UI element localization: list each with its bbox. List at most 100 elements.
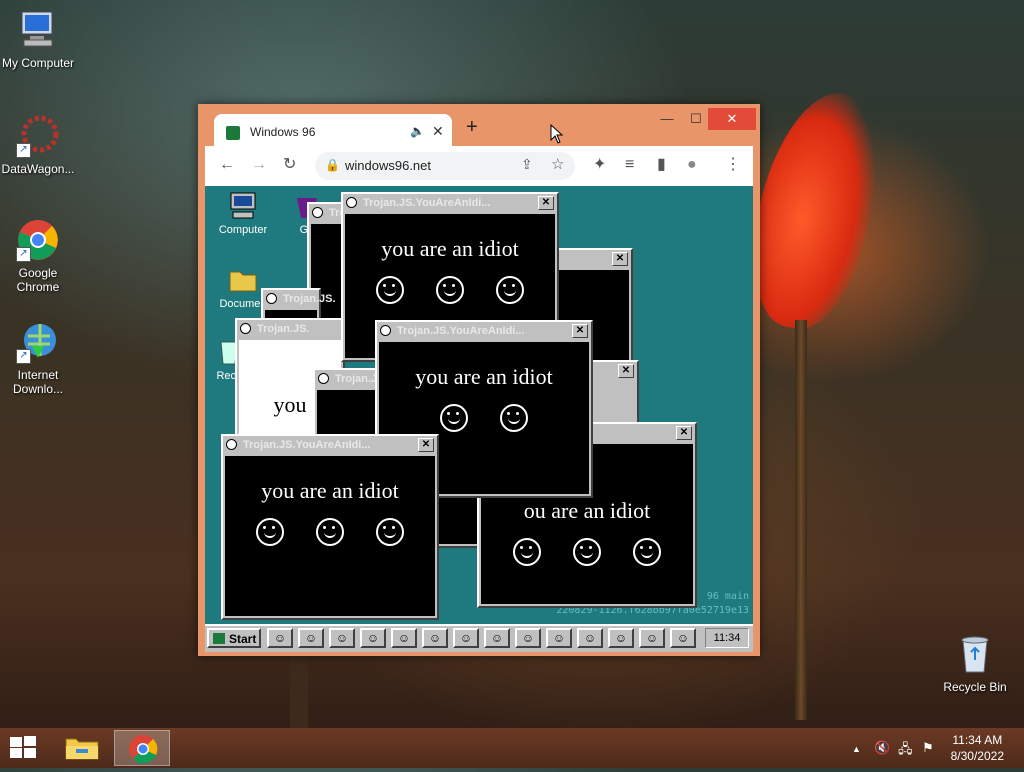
tab-title: Windows 96 bbox=[250, 125, 316, 139]
smiley-icon bbox=[240, 323, 251, 334]
datawagon-icon: ↗ bbox=[16, 114, 60, 158]
windows-logo-icon bbox=[10, 737, 22, 747]
version-text: 96 main bbox=[706, 591, 749, 602]
w96-taskbar-button[interactable]: ☺ bbox=[546, 628, 572, 648]
popup-close-button[interactable]: ✕ bbox=[418, 438, 434, 452]
popup-close-button[interactable]: ✕ bbox=[612, 252, 628, 266]
windows-taskbar: ▲ 🔇 🖧 ⚑ 11:34 AM 8/30/2022 bbox=[0, 728, 1024, 768]
w96-taskbar-button[interactable]: ☺ bbox=[608, 628, 634, 648]
windows96-favicon-icon bbox=[226, 126, 240, 140]
shortcut-arrow-icon: ↗ bbox=[16, 247, 31, 262]
w96-taskbar-button[interactable]: ☺ bbox=[267, 628, 293, 648]
file-explorer-icon bbox=[65, 738, 99, 760]
taskbar-clock[interactable]: 11:34 AM 8/30/2022 bbox=[951, 732, 1004, 764]
chrome-window: Windows 96 🔈 ✕ + — ☐ ✕ ← → ↻ 🔒 windows96… bbox=[198, 104, 760, 656]
extensions-icon[interactable]: ✦ bbox=[593, 156, 606, 174]
smiley-face-icon bbox=[376, 276, 404, 304]
w96-taskbar-button[interactable]: ☺ bbox=[670, 628, 696, 648]
address-bar[interactable]: 🔒 windows96.net ⇪ ☆ bbox=[315, 152, 575, 180]
chrome-icon: ↗ bbox=[16, 218, 60, 262]
menu-icon[interactable]: ⋮ bbox=[725, 156, 741, 174]
bookmark-star-icon[interactable]: ☆ bbox=[551, 155, 564, 173]
smiley-face-icon bbox=[436, 276, 464, 304]
w96-taskbar: Start ☺ ☺ ☺ ☺ ☺ ☺ ☺ ☺ ☺ ☺ ☺ ☺ ☺ ☺ 11:34 bbox=[205, 624, 753, 652]
forward-icon[interactable]: → bbox=[251, 156, 267, 174]
smiley-icon bbox=[226, 439, 237, 450]
chrome-icon bbox=[129, 735, 158, 764]
clock-date: 8/30/2022 bbox=[950, 749, 1004, 763]
tray-overflow-icon[interactable]: ▲ bbox=[852, 744, 861, 754]
smiley-face-icon bbox=[573, 538, 601, 566]
volume-muted-icon[interactable]: 🔇 bbox=[874, 740, 890, 756]
tab-close-icon[interactable]: ✕ bbox=[432, 123, 444, 140]
smiley-face-icon bbox=[376, 518, 404, 546]
smiley-icon bbox=[312, 207, 323, 218]
w96-icon-label: Computer bbox=[218, 224, 268, 236]
w96-clock: 11:34 bbox=[705, 628, 749, 648]
w96-taskbar-button[interactable]: ☺ bbox=[484, 628, 510, 648]
desktop-icon-label: Internet Downlo... bbox=[12, 368, 64, 396]
profile-icon[interactable]: ● bbox=[687, 156, 697, 174]
w96-start-button[interactable]: Start bbox=[207, 628, 261, 648]
desktop-icon-my-computer[interactable]: My Computer bbox=[0, 8, 76, 70]
w96-taskbar-button[interactable]: ☺ bbox=[298, 628, 324, 648]
folder-icon bbox=[227, 264, 259, 296]
popup-close-button[interactable]: ✕ bbox=[618, 364, 634, 378]
w96-computer-icon bbox=[227, 190, 259, 222]
close-window-button[interactable]: ✕ bbox=[708, 108, 756, 130]
new-tab-button[interactable]: + bbox=[466, 117, 478, 137]
smiley-face-icon bbox=[256, 518, 284, 546]
shortcut-arrow-icon: ↗ bbox=[16, 143, 31, 158]
smiley-face-icon bbox=[440, 404, 468, 432]
windows-start-button[interactable] bbox=[10, 736, 38, 760]
taskbar-google-chrome[interactable] bbox=[114, 730, 170, 766]
w96-taskbar-button[interactable]: ☺ bbox=[329, 628, 355, 648]
desktop-icon-label: Recycle Bin bbox=[943, 680, 1007, 694]
smiley-face-icon bbox=[633, 538, 661, 566]
computer-icon bbox=[16, 8, 60, 52]
w96-taskbar-button[interactable]: ☺ bbox=[360, 628, 386, 648]
share-icon[interactable]: ⇪ bbox=[521, 156, 533, 173]
speaker-muted-icon[interactable]: 🔈 bbox=[410, 124, 425, 138]
action-center-flag-icon[interactable]: ⚑ bbox=[922, 740, 934, 756]
w96-taskbar-button[interactable]: ☺ bbox=[577, 628, 603, 648]
wallpaper-stem bbox=[795, 320, 807, 720]
desktop-icon-label: Google Chrome bbox=[16, 266, 60, 294]
desktop-icon-datawagon[interactable]: ↗ DataWagon... bbox=[0, 114, 76, 176]
popup-close-button[interactable]: ✕ bbox=[538, 196, 554, 210]
w96-taskbar-button[interactable]: ☺ bbox=[391, 628, 417, 648]
w96-taskbar-button[interactable]: ☺ bbox=[515, 628, 541, 648]
windows96-desktop: Computer Ga Documen Recy 96 main 220829-… bbox=[205, 186, 753, 652]
internet-download-icon: ↗ bbox=[16, 320, 60, 364]
url-text[interactable]: windows96.net bbox=[345, 158, 431, 173]
w96-taskbar-button[interactable]: ☺ bbox=[453, 628, 479, 648]
smiley-icon bbox=[318, 373, 329, 384]
w96-taskbar-button[interactable]: ☺ bbox=[422, 628, 448, 648]
popup-close-button[interactable]: ✕ bbox=[572, 324, 588, 338]
browser-tab[interactable]: Windows 96 🔈 ✕ bbox=[214, 114, 452, 150]
side-panel-icon[interactable]: ▮ bbox=[657, 156, 666, 174]
desktop-icon-label: My Computer bbox=[1, 56, 75, 70]
smiley-face-icon bbox=[316, 518, 344, 546]
smiley-face-icon bbox=[496, 276, 524, 304]
reload-icon[interactable]: ↻ bbox=[283, 156, 296, 174]
network-icon[interactable]: 🖧 bbox=[898, 740, 913, 762]
popup-window[interactable]: Trojan.JS.YouAreAnIdi... ✕ you are an idi… bbox=[221, 434, 439, 620]
popup-body: you are an idiot bbox=[225, 456, 435, 616]
smiley-icon bbox=[346, 197, 357, 208]
popup-close-button[interactable]: ✕ bbox=[676, 426, 692, 440]
browser-toolbar: ← → ↻ 🔒 windows96.net ⇪ ☆ ✦ ≡ ▮ ● ⋮ bbox=[205, 146, 753, 186]
w96-taskbar-button[interactable]: ☺ bbox=[639, 628, 665, 648]
desktop-icon-recycle-bin[interactable]: Recycle Bin bbox=[937, 632, 1013, 694]
media-control-icon[interactable]: ≡ bbox=[625, 156, 634, 174]
desktop-icon-label: DataWagon... bbox=[1, 162, 75, 176]
desktop-icon-internet-download-manager[interactable]: ↗ Internet Downlo... bbox=[0, 320, 76, 396]
back-icon[interactable]: ← bbox=[219, 156, 235, 174]
recycle-bin-icon bbox=[953, 632, 997, 676]
clock-time: 11:34 AM bbox=[952, 733, 1003, 747]
w96-icon-computer[interactable]: Computer bbox=[207, 190, 279, 236]
lock-icon[interactable]: 🔒 bbox=[325, 158, 340, 172]
taskbar-file-explorer[interactable] bbox=[54, 730, 110, 766]
shortcut-arrow-icon: ↗ bbox=[16, 349, 31, 364]
desktop-icon-google-chrome[interactable]: ↗ Google Chrome bbox=[0, 218, 76, 294]
